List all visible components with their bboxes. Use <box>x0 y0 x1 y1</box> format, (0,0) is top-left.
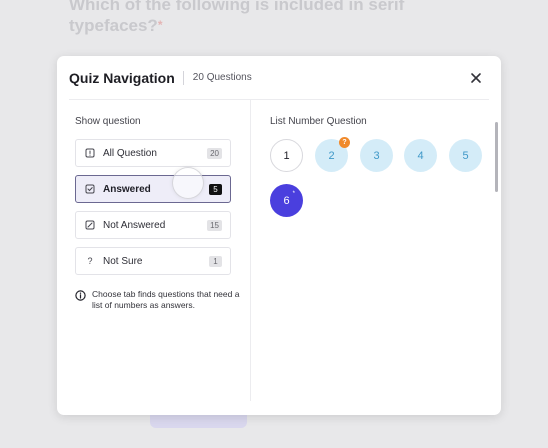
required-mark: * <box>157 18 163 32</box>
question-button-1[interactable]: 1 <box>270 139 303 172</box>
close-icon <box>471 73 481 83</box>
question-number: 6 <box>283 194 290 207</box>
quiz-navigation-modal: Quiz Navigation 20 Questions Show questi… <box>57 56 501 415</box>
filter-not-sure[interactable]: ? Not Sure 1 <box>75 247 231 275</box>
close-button[interactable] <box>467 69 485 87</box>
filter-count: 15 <box>207 219 222 231</box>
question-number: 4 <box>417 149 424 162</box>
question-button-6[interactable]: 6 * <box>270 184 303 217</box>
question-number: 3 <box>373 149 380 162</box>
scrollbar[interactable] <box>495 122 498 192</box>
question-button-2[interactable]: 2 ? <box>315 137 350 172</box>
filter-count: 1 <box>209 255 222 267</box>
info-icon <box>75 290 86 301</box>
question-button-4[interactable]: 4 <box>404 139 437 172</box>
filter-label: Not Answered <box>103 219 166 231</box>
slash-square-icon <box>85 220 95 230</box>
question-mark-icon: ? <box>87 256 93 266</box>
filter-label: Not Sure <box>103 255 143 267</box>
question-text: Which of the following is included in se… <box>69 0 405 35</box>
question-number: 1 <box>283 149 290 162</box>
not-sure-badge: ? <box>339 137 350 148</box>
modal-header: Quiz Navigation 20 Questions <box>69 56 489 100</box>
question-list-panel: List Number Question 1 2 ? 3 4 5 6 * <box>263 100 501 401</box>
question-number: 2 <box>328 149 335 162</box>
filter-answered[interactable]: Answered 5 <box>75 175 231 203</box>
question-mark-star: * <box>292 191 295 197</box>
question-number: 5 <box>462 149 469 162</box>
filter-count: 5 <box>209 183 222 195</box>
filter-count: 20 <box>207 147 222 159</box>
info-text: Choose tab finds questions that need a l… <box>92 289 240 310</box>
filter-panel: Show question All Question 20 Answered 5… <box>69 100 251 401</box>
question-button-3[interactable]: 3 <box>360 139 393 172</box>
filter-not-answered[interactable]: Not Answered 15 <box>75 211 231 239</box>
check-square-icon <box>85 184 95 194</box>
filter-label: All Question <box>103 147 157 159</box>
header-divider <box>182 70 184 85</box>
filter-all-question[interactable]: All Question 20 <box>75 139 231 167</box>
question-count: 20 Questions <box>192 72 252 83</box>
filter-label: Answered <box>103 183 151 195</box>
list-number-question-label: List Number Question <box>270 116 367 127</box>
info-note: Choose tab finds questions that need a l… <box>75 289 245 311</box>
question-button-5[interactable]: 5 <box>449 139 482 172</box>
background-question-text: Which of the following is included in se… <box>69 0 489 36</box>
show-question-label: Show question <box>75 116 141 127</box>
modal-title: Quiz Navigation <box>69 69 175 86</box>
list-icon <box>85 148 95 158</box>
